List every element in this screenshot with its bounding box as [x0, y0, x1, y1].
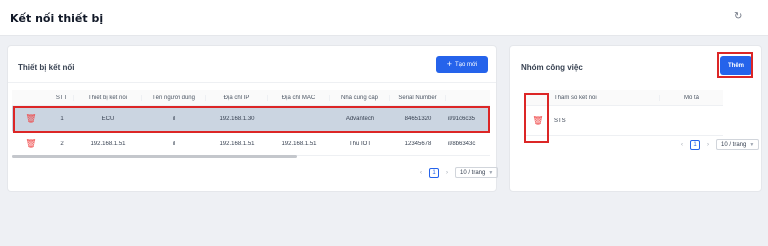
chevron-down-icon: ▼ [488, 169, 494, 176]
cell-param: STS [554, 117, 566, 124]
cell-stt: 2 [60, 140, 64, 147]
card-divider [8, 82, 496, 83]
prev-page-button[interactable]: ‹ [417, 170, 425, 176]
page-size-select[interactable]: 10 / trang ▼ [455, 167, 499, 178]
cell-ip: 192.168.1.51 [219, 140, 255, 147]
create-device-button[interactable]: + Tạo mới [436, 56, 488, 73]
table-row[interactable]: 🗑 STS [524, 106, 723, 136]
page-number-button[interactable]: 1 [429, 167, 439, 178]
column-header-desc: Mô tả [683, 94, 699, 101]
column-header-device: Thiết bị kết nối [74, 94, 142, 101]
page-title: Kết nối thiết bị [10, 12, 104, 25]
highlight-add-button [717, 52, 753, 78]
column-header-stt: STT [50, 94, 74, 101]
cell-mac: 192.168.1.51 [281, 140, 317, 147]
cell-extra: il/8b6343c [448, 140, 476, 147]
prev-page-button[interactable]: ‹ [678, 142, 686, 148]
refresh-icon[interactable]: ↻ [734, 12, 744, 22]
column-header-user: Tên người dùng [142, 94, 206, 101]
table-row[interactable]: 🗑 2 192.168.1.51 il 192.168.1.51 192.168… [12, 132, 490, 156]
table-horizontal-scrollbar[interactable] [12, 155, 297, 158]
create-button-label: Tạo mới [454, 61, 478, 68]
cell-serial: 12345678 [404, 140, 432, 147]
next-page-button[interactable]: › [443, 170, 451, 176]
cell-user: il [172, 140, 176, 147]
column-header-ip: Địa chỉ IP [206, 94, 268, 101]
page-size-select[interactable]: 10 / trang ▼ [716, 139, 760, 150]
groups-card-title: Nhóm công việc [521, 63, 583, 72]
highlight-selected-row [13, 106, 490, 133]
trash-icon: 🗑 [25, 139, 37, 148]
cell-vendor: Thu IOT [348, 140, 371, 147]
page-size-value: 10 / trang [460, 169, 486, 176]
chevron-down-icon: ▼ [749, 141, 755, 148]
devices-pagination: ‹ 1 › 10 / trang ▼ [417, 167, 499, 178]
column-header-param: Tham số kết nối [552, 94, 660, 101]
highlight-delete-icon [524, 93, 549, 143]
page-number-button[interactable]: 1 [690, 139, 700, 150]
page-header: Kết nối thiết bị ↻ [0, 0, 768, 36]
groups-pagination: ‹ 1 › 10 / trang ▼ [678, 139, 760, 150]
delete-row-button[interactable]: 🗑 [12, 139, 50, 148]
table-header: Tham số kết nối Mô tả [524, 90, 723, 106]
groups-table: Tham số kết nối Mô tả 🗑 STS [524, 90, 723, 136]
table-header: STT Thiết bị kết nối Tên người dùng Địa … [12, 90, 490, 106]
column-header-mac: Địa chỉ MAC [268, 94, 330, 101]
page-size-value: 10 / trang [721, 141, 747, 148]
column-header-serial: Serial Number [390, 94, 446, 101]
plus-icon: + [446, 59, 452, 69]
column-header-vendor: Nhà cung cấp [330, 94, 390, 101]
cell-device: 192.168.1.51 [90, 140, 126, 147]
next-page-button[interactable]: › [704, 142, 712, 148]
devices-card-title: Thiết bị kết nối [18, 63, 75, 72]
